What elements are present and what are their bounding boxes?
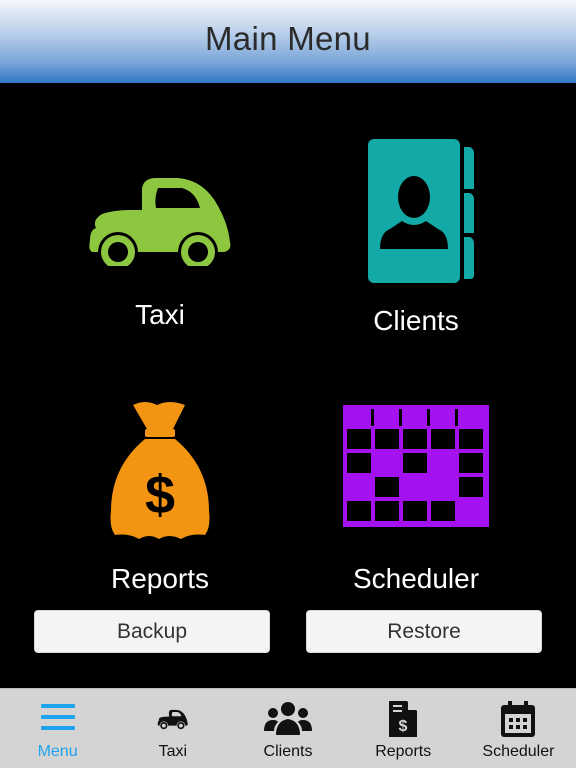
calendar-cell	[375, 501, 399, 521]
calendar-cell	[459, 429, 483, 449]
header-bar: Main Menu	[0, 0, 576, 83]
page-title: Main Menu	[205, 19, 371, 57]
tab-label-clients: Clients	[263, 743, 313, 760]
restore-button[interactable]: Restore	[306, 610, 542, 653]
tab-menu[interactable]: Menu	[0, 689, 115, 768]
tab-label-menu: Menu	[37, 743, 78, 760]
tile-label-scheduler: Scheduler	[352, 563, 480, 594]
bottom-tab-bar: Menu Taxi Clients $ Reports Scheduler	[0, 688, 576, 768]
calendar-cell	[375, 477, 399, 497]
tab-reports[interactable]: $ Reports	[346, 689, 461, 768]
backup-button[interactable]: Backup	[34, 610, 270, 653]
address-book-icon	[368, 139, 474, 283]
tile-label-clients: Clients	[373, 305, 459, 336]
tab-label-taxi: Taxi	[158, 743, 188, 760]
car-icon	[89, 178, 231, 266]
tile-clients[interactable]: Clients	[316, 133, 516, 343]
calendar-cell	[459, 477, 483, 497]
calendar-cell	[459, 453, 483, 473]
calendar-cell	[403, 453, 427, 473]
tile-reports[interactable]: $ Reports	[60, 393, 260, 603]
hamburger-menu-icon	[40, 704, 75, 730]
calendar-ring	[455, 409, 458, 426]
svg-text:$: $	[145, 465, 175, 525]
tab-scheduler[interactable]: Scheduler	[461, 689, 576, 768]
main-menu-grid: Taxi Clients $ Reports Scheduler Backup …	[0, 83, 576, 688]
tile-label-taxi: Taxi	[135, 299, 185, 330]
invoice-dollar-icon: $	[389, 701, 418, 737]
car-icon	[157, 709, 188, 730]
calendar-cell	[375, 429, 399, 449]
tile-scheduler[interactable]: Scheduler	[316, 393, 516, 603]
svg-text:$: $	[399, 718, 408, 735]
calendar-cell	[431, 429, 455, 449]
tab-clients[interactable]: Clients	[230, 689, 345, 768]
calendar-cell	[347, 501, 371, 521]
calendar-ring	[427, 409, 430, 426]
tile-taxi[interactable]: Taxi	[60, 143, 260, 343]
calendar-cell	[347, 429, 371, 449]
tab-label-reports: Reports	[375, 743, 432, 760]
calendar-icon	[501, 701, 536, 737]
calendar-cell	[403, 501, 427, 521]
calendar-grid-icon	[343, 405, 489, 527]
users-group-icon	[264, 702, 312, 735]
tab-label-scheduler: Scheduler	[482, 743, 555, 760]
calendar-cell	[347, 453, 371, 473]
money-bag-icon: $	[110, 402, 210, 539]
tile-label-reports: Reports	[110, 563, 210, 594]
calendar-cell	[403, 429, 427, 449]
calendar-ring	[371, 409, 374, 426]
calendar-cell	[431, 501, 455, 521]
calendar-ring	[399, 409, 402, 426]
tab-taxi[interactable]: Taxi	[115, 689, 230, 768]
